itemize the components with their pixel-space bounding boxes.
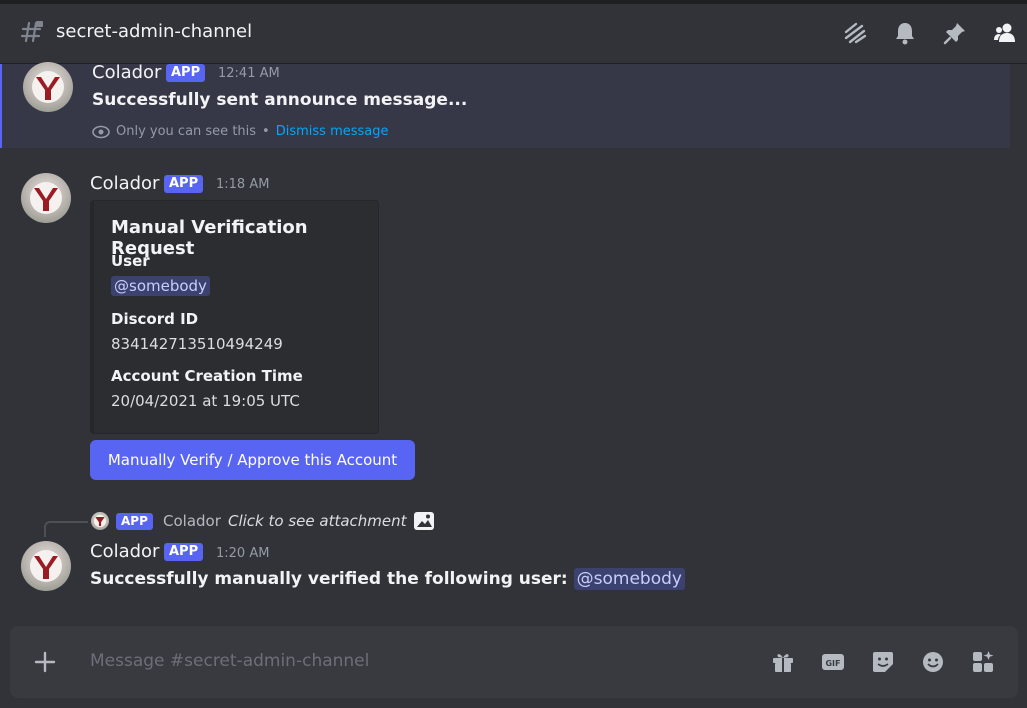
colador-logo-icon (30, 550, 62, 582)
embed-field-value: 834142713510494249 (111, 335, 283, 353)
sticker-icon[interactable] (871, 650, 895, 674)
embed-field-name: Discord ID (111, 310, 199, 328)
eye-icon (92, 125, 110, 138)
ephemeral-note: Only you can see this (116, 124, 257, 139)
reply-app-tag: APP (116, 513, 153, 530)
message-input[interactable]: Message #secret-admin-channel (90, 651, 369, 671)
members-icon[interactable] (992, 20, 1018, 46)
avatar[interactable] (23, 62, 73, 112)
message-timestamp: 12:41 AM (218, 66, 280, 81)
embed-field-name: Account Creation Time (111, 367, 303, 385)
message-timestamp: 1:18 AM (216, 177, 270, 192)
embed-field-name: User (111, 252, 150, 270)
title-bar-strip (0, 0, 1027, 4)
gif-icon[interactable]: GIF (821, 650, 845, 674)
reply-author[interactable]: Colador (163, 512, 221, 530)
app-tag: APP (164, 543, 204, 561)
channel-header: secret-admin-channel (0, 0, 1027, 64)
reply-spine (44, 521, 88, 537)
image-icon (414, 512, 434, 530)
svg-text:GIF: GIF (825, 659, 840, 668)
ephemeral-notice: Only you can see this • Dismiss message (92, 124, 389, 139)
gift-icon[interactable] (771, 650, 795, 674)
plus-icon[interactable] (34, 651, 56, 673)
message-text-content: Successfully manually verified the follo… (90, 569, 568, 589)
app-tag: APP (166, 64, 206, 82)
separator-dot: • (262, 124, 270, 139)
verification-embed: Manual Verification Request User @somebo… (90, 200, 379, 434)
embed-field-value: 20/04/2021 at 19:05 UTC (111, 392, 300, 410)
message-input-bar: Message #secret-admin-channel GIF (10, 626, 1018, 698)
colador-logo-icon (30, 182, 62, 214)
message-text: Successfully manually verified the follo… (90, 568, 685, 590)
message-verified: Colador APP 1:20 AM Successfully manuall… (0, 538, 1010, 598)
channel-hash-lock-icon (20, 21, 43, 43)
dismiss-message-link[interactable]: Dismiss message (276, 124, 389, 139)
embed-title: Manual Verification Request (111, 217, 308, 259)
channel-name: secret-admin-channel (56, 21, 253, 42)
message-author[interactable]: Colador (90, 173, 159, 194)
reply-preview-text[interactable]: Click to see attachment (228, 512, 407, 530)
user-mention[interactable]: @somebody (111, 276, 210, 296)
avatar[interactable] (21, 173, 71, 223)
user-mention[interactable]: @somebody (573, 568, 685, 590)
bell-icon[interactable] (892, 20, 918, 46)
message-timestamp: 1:20 AM (216, 546, 270, 561)
embed-field-value: @somebody (111, 276, 210, 296)
message-text: Successfully sent announce message... (92, 90, 468, 110)
avatar[interactable] (21, 541, 71, 591)
message-author[interactable]: Colador (90, 541, 159, 562)
manually-verify-button[interactable]: Manually Verify / Approve this Account (90, 440, 415, 480)
message-ephemeral: Colador APP 12:41 AM Successfully sent a… (0, 62, 1010, 148)
emoji-icon[interactable] (921, 650, 945, 674)
colador-logo-icon (32, 71, 64, 103)
threads-icon[interactable] (842, 20, 868, 46)
colador-logo-icon (93, 514, 107, 528)
apps-icon[interactable] (971, 650, 995, 674)
message-author[interactable]: Colador (92, 62, 161, 83)
pin-icon[interactable] (942, 20, 968, 46)
app-tag: APP (164, 175, 204, 193)
reply-avatar[interactable] (91, 512, 109, 530)
